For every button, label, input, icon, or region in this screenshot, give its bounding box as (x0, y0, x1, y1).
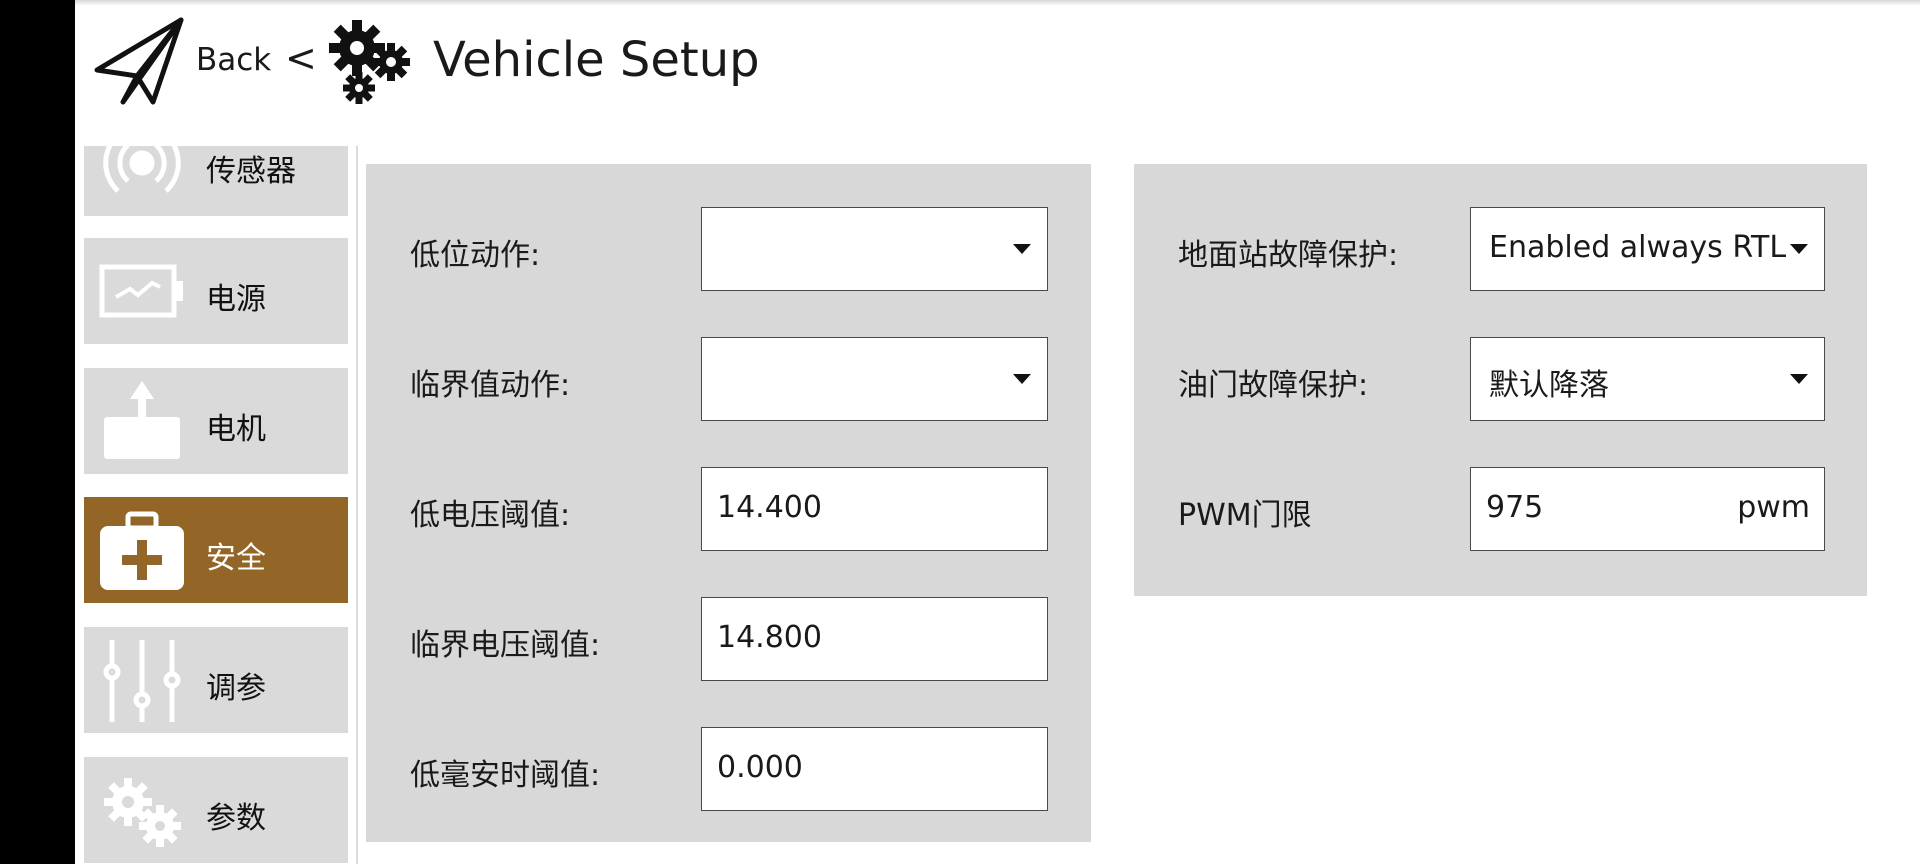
gcs-failsafe-value: Enabled always RTL (1489, 230, 1787, 265)
battery-icon (99, 264, 183, 318)
failsafe-panel: 地面站故障保护: Enabled always RTL 油门故障保护: 默认降落… (1134, 164, 1867, 596)
critical-voltage-value: 14.800 (717, 620, 822, 655)
low-action-select[interactable] (701, 207, 1048, 291)
sidebar-item-motors[interactable]: 电机 (84, 368, 348, 474)
sidebar-item-label: 传感器 (206, 154, 296, 189)
sidebar-item-parameters[interactable]: 参数 (84, 757, 348, 863)
gcs-failsafe-label: 地面站故障保护: (1178, 238, 1399, 273)
sidebar-item-label: 安全 (206, 541, 266, 576)
low-action-label: 低位动作: (410, 238, 541, 273)
low-voltage-label: 低电压阈值: (410, 498, 571, 533)
gcs-failsafe-select[interactable]: Enabled always RTL (1470, 207, 1825, 291)
sidebar-item-power[interactable]: 电源 (84, 238, 348, 344)
back-button[interactable]: Back (196, 42, 271, 78)
throttle-failsafe-label: 油门故障保护: (1178, 368, 1369, 403)
sidebar-item-tuning[interactable]: 调参 (84, 627, 348, 733)
pwm-unit-label: pwm (1737, 490, 1810, 525)
chevron-down-icon (1790, 244, 1808, 254)
sidebar-item-label: 调参 (206, 671, 266, 706)
sensor-icon (103, 146, 181, 193)
low-voltage-value: 14.400 (717, 490, 822, 525)
sliders-icon (103, 640, 181, 722)
sidebar-divider (356, 146, 358, 864)
motor-icon (104, 381, 180, 459)
first-aid-icon (100, 511, 184, 590)
pwm-threshold-input[interactable]: 975 pwm (1470, 467, 1825, 551)
critical-action-select[interactable] (701, 337, 1048, 421)
pwm-threshold-label: PWM门限 (1178, 498, 1312, 533)
sidebar: 传感器 电源 电机 安全 调参 参数 (84, 146, 348, 864)
low-mah-value: 0.000 (717, 750, 803, 785)
throttle-failsafe-select[interactable]: 默认降落 (1470, 337, 1825, 421)
battery-failsafe-panel: 低位动作: 临界值动作: 低电压阈值: 14.400 临界电压阈值: 14.80… (366, 164, 1091, 842)
sidebar-item-label: 参数 (206, 801, 266, 836)
critical-voltage-input[interactable]: 14.800 (701, 597, 1048, 681)
vehicle-setup-gears-icon (329, 20, 410, 104)
critical-voltage-label: 临界电压阈值: (410, 628, 601, 663)
low-mah-label: 低毫安时阈值: (410, 758, 601, 793)
sidebar-item-sensors[interactable]: 传感器 (84, 146, 348, 216)
left-black-bar (0, 0, 75, 864)
chevron-down-icon (1013, 244, 1031, 254)
throttle-failsafe-value: 默认降落 (1489, 368, 1609, 403)
sidebar-item-label: 电机 (206, 412, 266, 447)
chevron-down-icon (1790, 374, 1808, 384)
sidebar-item-label: 电源 (206, 282, 266, 317)
page-title: Vehicle Setup (433, 32, 760, 88)
paper-plane-icon[interactable] (93, 16, 185, 108)
sidebar-item-safety[interactable]: 安全 (84, 497, 348, 603)
pwm-threshold-value: 975 (1486, 490, 1544, 525)
critical-action-label: 临界值动作: (410, 368, 571, 403)
header: Back < Vehicle Setup (75, 0, 1920, 130)
breadcrumb-separator: < (285, 36, 317, 80)
low-mah-input[interactable]: 0.000 (701, 727, 1048, 811)
low-voltage-input[interactable]: 14.400 (701, 467, 1048, 551)
chevron-down-icon (1013, 374, 1031, 384)
gears-icon (104, 778, 181, 847)
